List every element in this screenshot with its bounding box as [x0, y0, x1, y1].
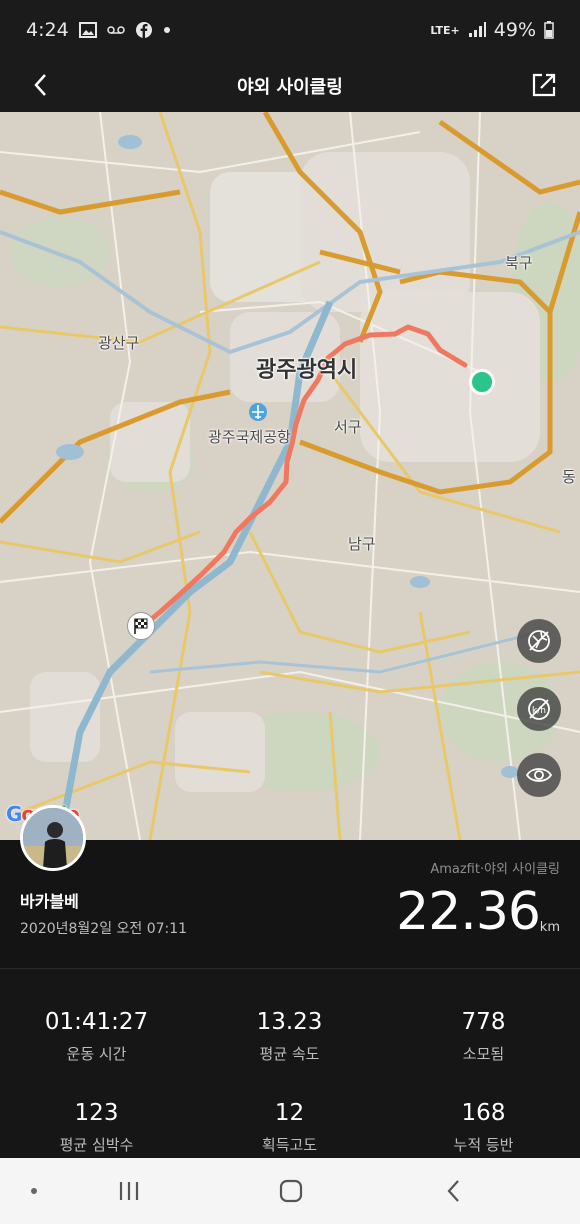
- stats-grid: 01:41:27 운동 시간 13.23 평균 속도 778 소모됨 123 평…: [0, 969, 580, 1158]
- map-label-gwangsan: 광산구: [98, 334, 140, 352]
- facebook-icon: [135, 21, 153, 39]
- workout-datetime: 2020년8월2일 오전 07:11: [20, 921, 188, 937]
- stat-value: 778: [461, 1009, 506, 1035]
- finish-flag-icon: [127, 612, 155, 640]
- stat-value: 13.23: [256, 1009, 323, 1035]
- battery-icon: [544, 21, 554, 39]
- username: 바카블베: [20, 892, 79, 911]
- stat-calories: 778 소모됨: [387, 1009, 580, 1064]
- status-time: 4:24: [26, 19, 69, 41]
- back-button[interactable]: [26, 70, 56, 100]
- map-label-city: 광주광역시: [256, 358, 358, 383]
- no-satellite-icon: [528, 630, 550, 652]
- stat-avg-heart-rate: 123 평균 심박수: [0, 1100, 193, 1155]
- nav-dot-icon: [14, 1176, 54, 1206]
- page-title: 야외 사이클링: [237, 77, 343, 98]
- chevron-left-icon: [34, 74, 46, 96]
- gallery-icon: [78, 22, 97, 38]
- stat-duration: 01:41:27 운동 시간: [0, 1009, 193, 1064]
- battery-percent: 49%: [493, 19, 536, 41]
- stat-value: 12: [274, 1100, 305, 1126]
- share-icon: [532, 73, 556, 97]
- stat-label: 평균 심박수: [59, 1136, 134, 1154]
- map-label-seo: 서구: [334, 418, 362, 436]
- share-button[interactable]: [528, 69, 560, 101]
- voicemail-icon: [106, 25, 125, 35]
- app-header: 야외 사이클링: [0, 60, 580, 112]
- route-start-marker: [469, 369, 495, 395]
- stat-label: 누적 등반: [453, 1136, 514, 1154]
- distance-value: 22.36: [396, 882, 541, 942]
- route-map[interactable]: 광주광역시 광산구 광주국제공항 서구 남구 북구 동 k/h Google: [0, 112, 580, 840]
- speed-toggle-button[interactable]: k/h: [517, 687, 561, 731]
- recent-apps-button[interactable]: [109, 1176, 149, 1206]
- satellite-toggle-button[interactable]: [517, 619, 561, 663]
- home-icon: [279, 1179, 303, 1203]
- stat-label: 획득고도: [261, 1136, 318, 1154]
- stat-total-climb: 168 누적 등반: [387, 1100, 580, 1155]
- home-button[interactable]: [271, 1176, 311, 1206]
- stat-avg-speed: 13.23 평균 속도: [193, 1009, 386, 1064]
- stat-label: 소모됨: [462, 1045, 505, 1063]
- stat-label: 평균 속도: [259, 1045, 320, 1063]
- map-label-nam: 남구: [348, 535, 376, 553]
- network-type: LTE+: [430, 23, 460, 37]
- nav-back-button[interactable]: [434, 1176, 474, 1206]
- recent-apps-icon: [119, 1182, 139, 1200]
- map-label-dong: 동: [562, 468, 576, 486]
- map-background: [0, 112, 580, 840]
- avatar[interactable]: [20, 805, 86, 871]
- map-label-airport: 광주국제공항: [208, 428, 291, 446]
- stat-elevation-gain: 12 획득고도: [193, 1100, 386, 1155]
- map-label-buk: 북구: [505, 254, 533, 272]
- signal-icon: [468, 22, 486, 38]
- distance-unit: km: [539, 920, 560, 935]
- stat-value: 123: [74, 1100, 119, 1126]
- stat-value: 168: [461, 1100, 506, 1126]
- view-toggle-button[interactable]: [517, 753, 561, 797]
- stat-value: 01:41:27: [44, 1009, 149, 1035]
- eye-icon: [525, 768, 553, 782]
- system-nav-bar: [0, 1158, 580, 1224]
- back-icon: [447, 1180, 459, 1202]
- notification-dot-icon: [163, 26, 171, 34]
- device-label: Amazfit·야외 사이클링: [430, 862, 560, 877]
- no-kmh-icon: k/h: [528, 698, 550, 720]
- status-bar: 4:24 LTE+ 49%: [0, 0, 580, 60]
- stat-label: 운동 시간: [66, 1045, 127, 1063]
- workout-summary: 바카블베 2020년8월2일 오전 07:11 Amazfit·야외 사이클링 …: [0, 805, 580, 968]
